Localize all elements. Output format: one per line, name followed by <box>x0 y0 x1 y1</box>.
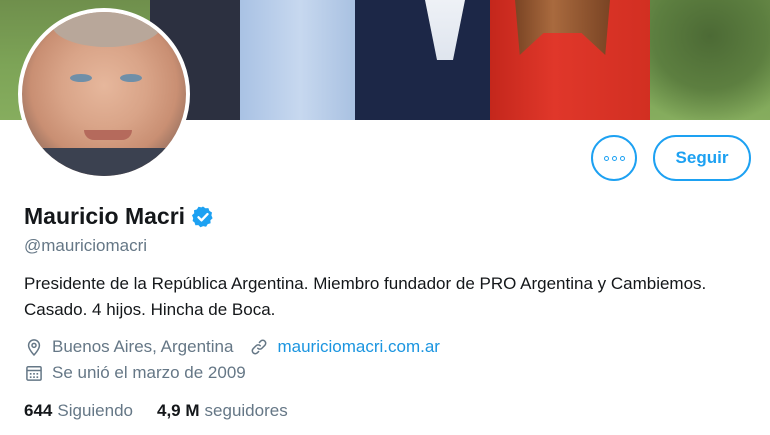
profile-meta-location-website: Buenos Aires, Argentina mauriciomacri.co… <box>24 337 440 357</box>
more-options-icon <box>603 155 625 161</box>
link-icon <box>252 339 267 355</box>
avatar[interactable] <box>18 8 190 180</box>
profile-meta-joined: Se unió el marzo de 2009 <box>24 363 246 383</box>
calendar-icon <box>26 366 42 381</box>
follow-stats: 644 Siguiendo 4,9 M seguidores <box>24 401 288 421</box>
followers-count: 4,9 M <box>157 401 200 420</box>
followers-stat[interactable]: 4,9 M seguidores <box>157 401 288 421</box>
following-stat[interactable]: 644 Siguiendo <box>24 401 133 421</box>
profile-bio: Presidente de la República Argentina. Mi… <box>24 274 707 319</box>
followers-label: seguidores <box>204 401 288 420</box>
display-name-row: Mauricio Macri <box>24 203 215 230</box>
user-handle: @mauriciomacri <box>24 236 148 255</box>
profile-page: Seguir Mauricio Macri @mauriciomacri Pre… <box>0 0 770 435</box>
display-name: Mauricio Macri <box>24 203 186 229</box>
location-text: Buenos Aires, Argentina <box>52 337 234 356</box>
joined-date-text: Se unió el marzo de 2009 <box>52 363 246 382</box>
follow-button[interactable]: Seguir <box>653 135 751 181</box>
following-label: Siguiendo <box>57 401 133 420</box>
location-pin-icon <box>27 339 41 356</box>
verified-badge-icon <box>192 206 213 227</box>
more-options-button[interactable] <box>591 135 637 181</box>
website-link[interactable]: mauriciomacri.com.ar <box>277 337 439 357</box>
following-count: 644 <box>24 401 53 420</box>
